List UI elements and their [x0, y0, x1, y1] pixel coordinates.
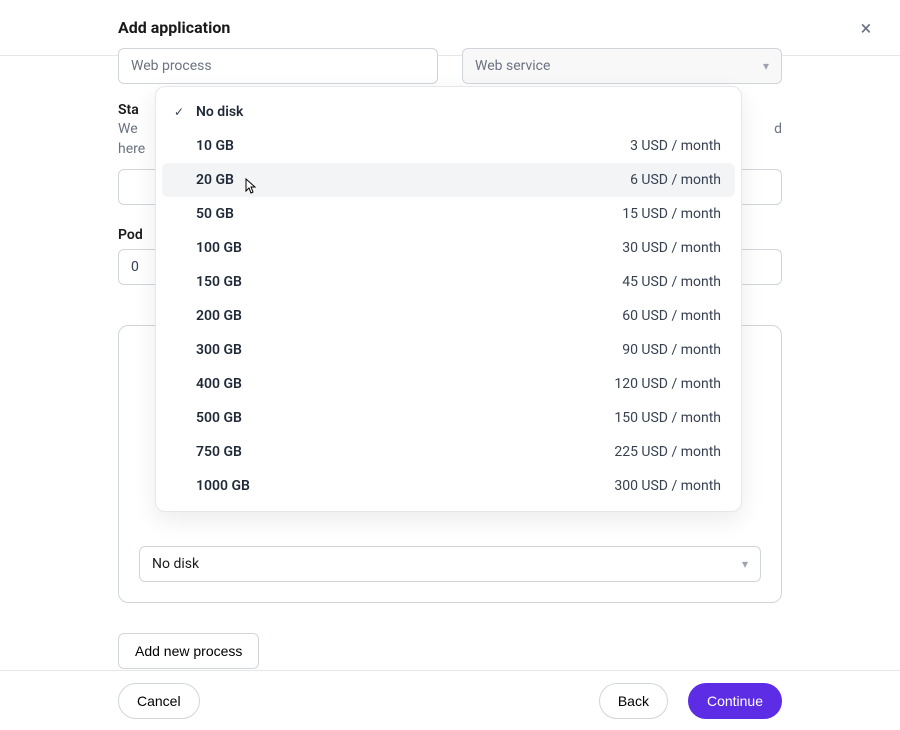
disk-option-size: 500 GB: [196, 410, 242, 426]
disk-option-price: 150 USD / month: [614, 410, 721, 426]
disk-option-size: 400 GB: [196, 376, 242, 392]
chevron-down-icon: ▾: [742, 557, 748, 571]
page-title: Add application: [20, 18, 230, 37]
disk-option-price: 90 USD / month: [622, 342, 721, 358]
disk-option-price: 45 USD / month: [622, 274, 721, 290]
disk-option[interactable]: 150 GB 45 USD / month: [162, 265, 735, 299]
back-label: Back: [618, 693, 649, 709]
disk-option[interactable]: 500 GB 150 USD / month: [162, 401, 735, 435]
process-type-field: Web service ▾: [462, 48, 782, 84]
cancel-label: Cancel: [137, 693, 181, 709]
disk-option-size: 1000 GB: [196, 478, 250, 494]
pod-count-value: 0: [131, 259, 139, 275]
continue-label: Continue: [707, 693, 763, 709]
disk-option-size: 200 GB: [196, 308, 242, 324]
disk-option[interactable]: No disk: [162, 95, 735, 129]
process-type-select[interactable]: Web service ▾: [462, 48, 782, 84]
disk-option-price: 30 USD / month: [622, 240, 721, 256]
disk-option-size: 20 GB: [196, 172, 234, 188]
disk-option[interactable]: 100 GB 30 USD / month: [162, 231, 735, 265]
hint-fragment-right: d: [774, 120, 782, 140]
disk-option-price: 120 USD / month: [614, 376, 721, 392]
continue-button[interactable]: Continue: [688, 683, 782, 719]
process-name-field: Web process: [118, 48, 438, 84]
disk-option[interactable]: 200 GB 60 USD / month: [162, 299, 735, 333]
disk-option-size: 10 GB: [196, 138, 234, 154]
disk-options-dropdown: No disk 10 GB 3 USD / month 20 GB 6 USD / mo…: [155, 86, 742, 512]
disk-option-size: 300 GB: [196, 342, 242, 358]
back-button[interactable]: Back: [599, 683, 668, 719]
process-name-input[interactable]: Web process: [118, 48, 438, 84]
disk-option[interactable]: 10 GB 3 USD / month: [162, 129, 735, 163]
disk-option-size: 150 GB: [196, 274, 242, 290]
disk-option-price: 3 USD / month: [630, 138, 721, 154]
disk-option[interactable]: 50 GB 15 USD / month: [162, 197, 735, 231]
add-process-button[interactable]: Add new process: [118, 633, 259, 669]
hint-fragment-2: here: [118, 141, 145, 157]
disk-option[interactable]: 20 GB 6 USD / month: [162, 163, 735, 197]
close-button[interactable]: ×: [852, 14, 880, 42]
footer-right: Back Continue: [599, 683, 782, 719]
disk-option-price: 60 USD / month: [622, 308, 721, 324]
process-type-value: Web service: [475, 58, 550, 74]
cancel-button[interactable]: Cancel: [118, 683, 200, 719]
modal-footer: Cancel Back Continue: [0, 670, 900, 730]
disk-option-size: 50 GB: [196, 206, 234, 222]
disk-size-value: No disk: [152, 556, 199, 572]
close-icon: ×: [861, 16, 872, 40]
disk-option-price: 300 USD / month: [614, 478, 721, 494]
disk-option-price: 15 USD / month: [622, 206, 721, 222]
disk-size-select[interactable]: No disk ▾: [139, 546, 761, 582]
disk-option[interactable]: 750 GB 225 USD / month: [162, 435, 735, 469]
disk-option[interactable]: 1000 GB 300 USD / month: [162, 469, 735, 503]
disk-option[interactable]: 400 GB 120 USD / month: [162, 367, 735, 401]
disk-option-size: No disk: [196, 104, 243, 120]
process-name-value: Web process: [131, 58, 212, 74]
disk-option-size: 750 GB: [196, 444, 242, 460]
chevron-down-icon: ▾: [763, 59, 769, 73]
disk-option[interactable]: 300 GB 90 USD / month: [162, 333, 735, 367]
hint-fragment-1: We: [118, 121, 138, 137]
disk-option-price: 6 USD / month: [630, 172, 721, 188]
disk-option-size: 100 GB: [196, 240, 242, 256]
process-row: Web process Web service ▾: [118, 48, 782, 84]
disk-option-price: 225 USD / month: [614, 444, 721, 460]
add-process-label: Add new process: [135, 643, 242, 659]
